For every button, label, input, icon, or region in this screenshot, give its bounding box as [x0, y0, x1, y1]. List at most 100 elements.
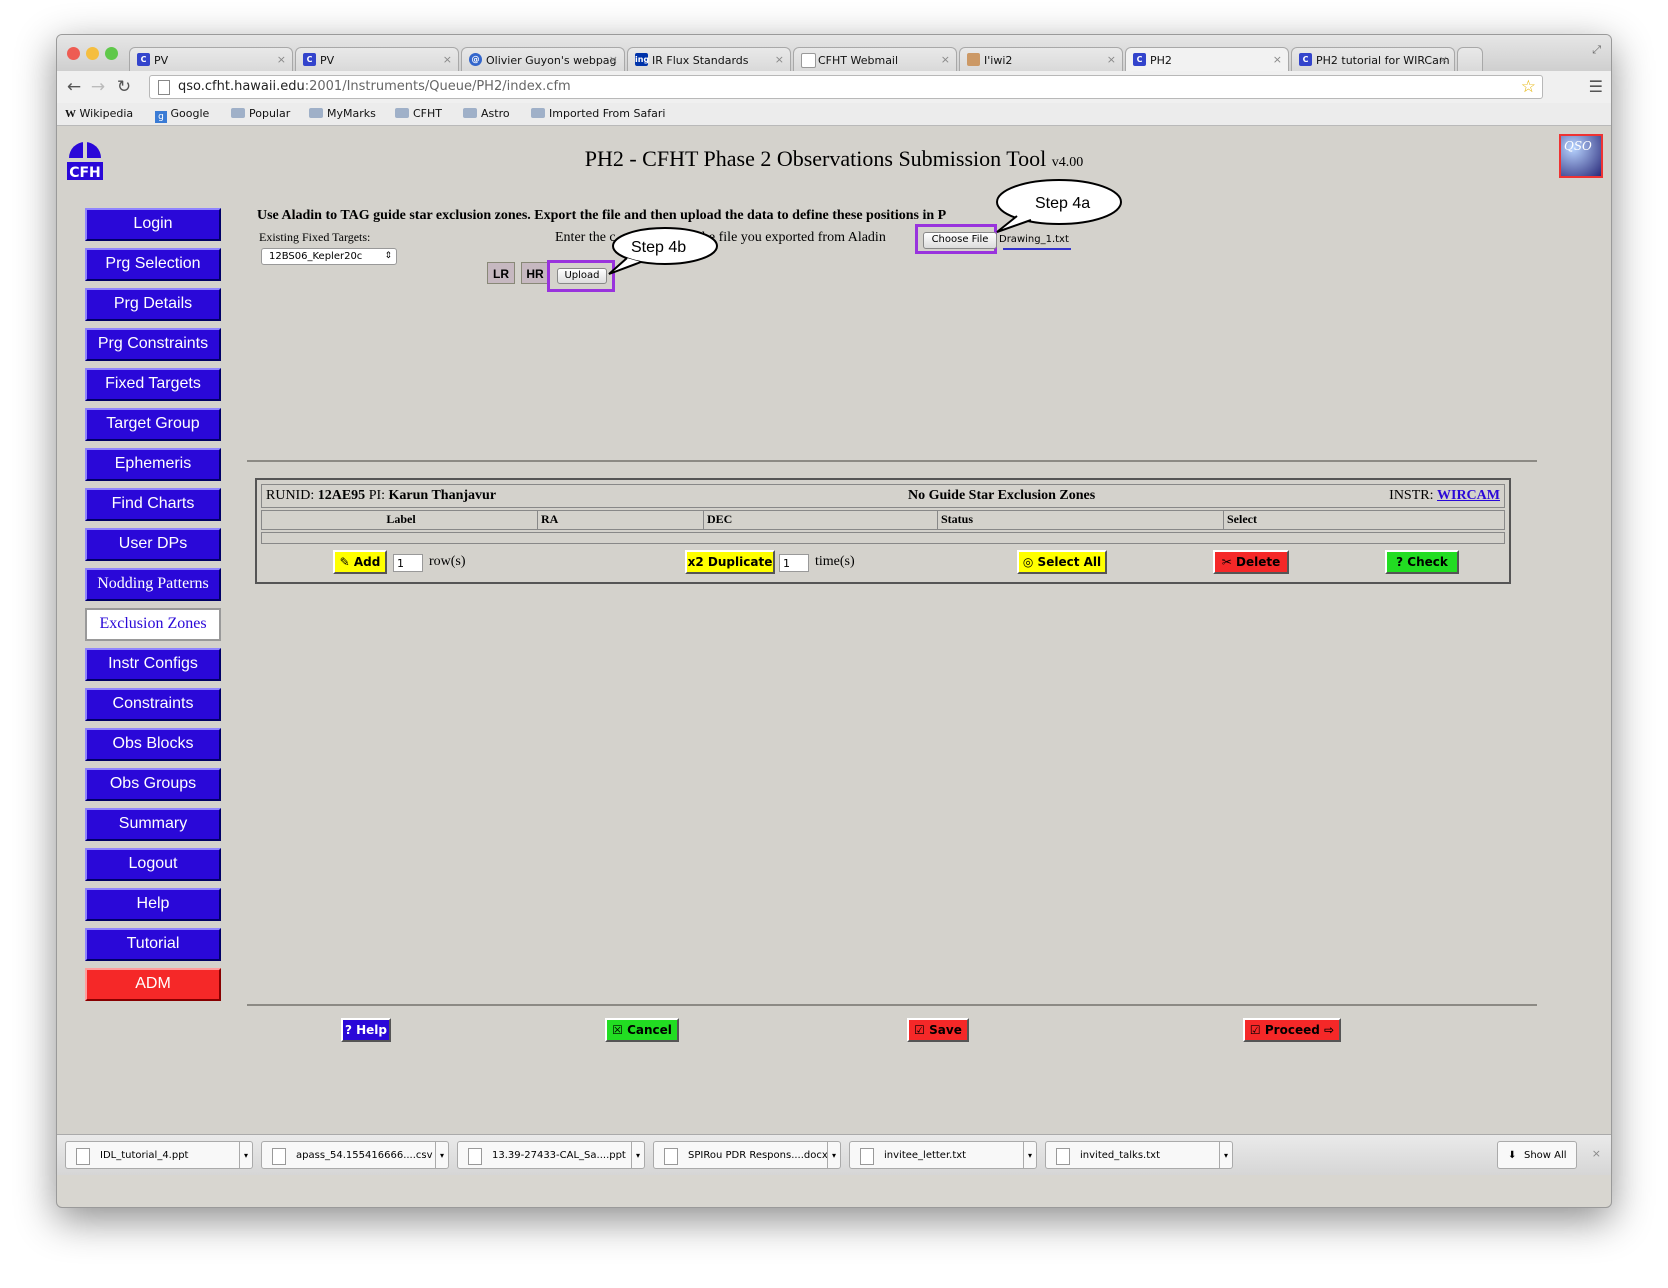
file-icon	[272, 1148, 286, 1165]
close-tab-icon[interactable]: ×	[1439, 53, 1448, 66]
nav-prg-constraints-button[interactable]: Prg Constraints	[85, 328, 221, 361]
cfht-icon: C	[137, 53, 150, 66]
nav-constraints-button[interactable]: Constraints	[85, 688, 221, 721]
reload-icon[interactable]: ↻	[113, 77, 135, 97]
hr-button[interactable]: HR	[521, 262, 549, 284]
col-status: Status	[938, 511, 1224, 529]
fullscreen-icon[interactable]: ⤢	[1592, 43, 1601, 57]
menu-icon[interactable]: ☰	[1589, 77, 1603, 96]
nav-obs-blocks-button[interactable]: Obs Blocks	[85, 728, 221, 761]
duplicate-times-input[interactable]: 1	[779, 554, 809, 572]
download-item[interactable]: invitee_letter.txt ▾	[849, 1141, 1037, 1169]
upload-button[interactable]: Upload	[557, 268, 607, 284]
nav-obs-groups-button[interactable]: Obs Groups	[85, 768, 221, 801]
tab-ir-flux-standards[interactable]: ing IR Flux Standards ×	[627, 47, 791, 71]
nav-user-dps-button[interactable]: User DPs	[85, 528, 221, 561]
maximize-window-icon[interactable]	[105, 47, 118, 60]
tab-pv-2[interactable]: C PV ×	[295, 47, 459, 71]
nav-help-button[interactable]: Help	[85, 888, 221, 921]
nav-tutorial-button[interactable]: Tutorial	[85, 928, 221, 961]
nav-prg-selection-button[interactable]: Prg Selection	[85, 248, 221, 281]
svg-text:Step 4b: Step 4b	[631, 239, 686, 256]
add-button[interactable]: ✎ Add	[333, 550, 387, 574]
wikipedia-icon: W	[65, 108, 76, 120]
col-ra: RA	[538, 511, 704, 529]
nav-nodding-patterns-button[interactable]: Nodding Patterns	[85, 568, 221, 601]
download-item[interactable]: SPIRou PDR Respons....docx ▾	[653, 1141, 841, 1169]
close-window-icon[interactable]	[67, 47, 80, 60]
forward-icon[interactable]: →	[87, 77, 109, 97]
footer-cancel-button[interactable]: ☒ Cancel	[605, 1018, 679, 1042]
exclusion-zones-table: RUNID: 12AE95 PI: Karun Thanjavur No Gui…	[255, 478, 1511, 584]
file-icon	[1056, 1148, 1070, 1165]
choose-file-button[interactable]: Choose File	[923, 232, 997, 249]
dropdown-icon[interactable]: ▾	[631, 1142, 644, 1168]
nav-instr-configs-button[interactable]: Instr Configs	[85, 648, 221, 681]
nav-ephemeris-button[interactable]: Ephemeris	[85, 448, 221, 481]
checkbox-icon: ☑	[1249, 1023, 1261, 1037]
wircam-link[interactable]: WIRCAM	[1437, 488, 1500, 503]
nav-summary-button[interactable]: Summary	[85, 808, 221, 841]
file-underline	[1003, 248, 1071, 250]
address-bar[interactable]: qso.cfht.hawaii.edu:2001/Instruments/Que…	[149, 75, 1543, 99]
bookmark-astro[interactable]: Astro	[463, 107, 510, 120]
download-item[interactable]: IDL_tutorial_4.ppt ▾	[65, 1141, 253, 1169]
footer-save-button[interactable]: ☑ Save	[907, 1018, 969, 1042]
tab-ph2[interactable]: C PH2 ×	[1125, 47, 1289, 71]
nav-adm-button[interactable]: ADM	[85, 968, 221, 1001]
download-item[interactable]: invited_talks.txt ▾	[1045, 1141, 1233, 1169]
nav-exclusion-zones-button[interactable]: Exclusion Zones	[85, 608, 221, 641]
nav-fixed-targets-button[interactable]: Fixed Targets	[85, 368, 221, 401]
tab-cfht-webmail[interactable]: CFHT Webmail ×	[793, 47, 957, 71]
tab-olivier-guyon[interactable]: @ Olivier Guyon's webpag ×	[461, 47, 625, 71]
nav-prg-details-button[interactable]: Prg Details	[85, 288, 221, 321]
close-tab-icon[interactable]: ×	[1107, 53, 1116, 66]
close-tab-icon[interactable]: ×	[1273, 53, 1282, 66]
close-tab-icon[interactable]: ×	[277, 53, 286, 66]
close-tab-icon[interactable]: ×	[775, 53, 784, 66]
tab-ph2-tutorial[interactable]: C PH2 tutorial for WIRCam ×	[1291, 47, 1455, 71]
dropdown-icon[interactable]: ▾	[1023, 1142, 1036, 1168]
bookmark-popular[interactable]: Popular	[231, 107, 290, 120]
show-all-button[interactable]: ⬇ Show All	[1497, 1141, 1577, 1169]
bookmark-google[interactable]: g Google	[155, 107, 209, 123]
close-shelf-icon[interactable]: ×	[1592, 1147, 1601, 1160]
nav-login-button[interactable]: Login	[85, 208, 221, 241]
lr-button[interactable]: LR	[487, 262, 515, 284]
dropdown-icon[interactable]: ▾	[827, 1142, 840, 1168]
dropdown-icon[interactable]: ▾	[1219, 1142, 1232, 1168]
nav-logout-button[interactable]: Logout	[85, 848, 221, 881]
nav-find-charts-button[interactable]: Find Charts	[85, 488, 221, 521]
dropdown-icon[interactable]: ▾	[239, 1142, 252, 1168]
check-button[interactable]: ? Check	[1385, 550, 1459, 574]
download-item[interactable]: apass_54.155416666....csv ▾	[261, 1141, 449, 1169]
qso-logo: QSO	[1559, 134, 1603, 178]
tab-iiwi2[interactable]: I'iwi2 ×	[959, 47, 1123, 71]
dropdown-icon[interactable]: ▾	[435, 1142, 448, 1168]
bookmark-imported-from-safari[interactable]: Imported From Safari	[531, 107, 665, 120]
close-tab-icon[interactable]: ×	[609, 53, 618, 66]
col-select: Select	[1227, 512, 1257, 526]
bookmark-star-icon[interactable]: ☆	[1521, 76, 1536, 98]
back-icon[interactable]: ←	[63, 77, 85, 97]
bookmark-mymarks[interactable]: MyMarks	[309, 107, 376, 120]
download-item[interactable]: 13.39-27433-CAL_Sa....ppt ▾	[457, 1141, 645, 1169]
existing-targets-select[interactable]: 12BS06_Kepler20c ⇕	[261, 248, 397, 265]
footer-proceed-button[interactable]: ☑ Proceed ⇨	[1243, 1018, 1341, 1042]
bookmark-cfht[interactable]: CFHT	[395, 107, 442, 120]
browser-window: C PV × C PV × @ Olivier Guyon's webpag × ing IR…	[56, 34, 1612, 1208]
delete-button[interactable]: ✂ Delete	[1213, 550, 1289, 574]
close-tab-icon[interactable]: ×	[941, 53, 950, 66]
duplicate-button[interactable]: x2 Duplicate	[685, 550, 775, 574]
add-rows-input[interactable]: 1	[393, 554, 423, 572]
new-tab-button[interactable]	[1457, 47, 1483, 71]
select-all-button[interactable]: ◎ Select All	[1017, 550, 1107, 574]
nav-target-group-button[interactable]: Target Group	[85, 408, 221, 441]
footer-help-button[interactable]: ? Help	[341, 1018, 391, 1042]
close-tab-icon[interactable]: ×	[443, 53, 452, 66]
bookmark-wikipedia[interactable]: W Wikipedia	[65, 107, 133, 120]
runid-info: RUNID: 12AE95 PI: Karun Thanjavur	[266, 488, 497, 503]
minimize-window-icon[interactable]	[86, 47, 99, 60]
tab-pv-1[interactable]: C PV ×	[129, 47, 293, 71]
lower-divider	[247, 1004, 1537, 1006]
